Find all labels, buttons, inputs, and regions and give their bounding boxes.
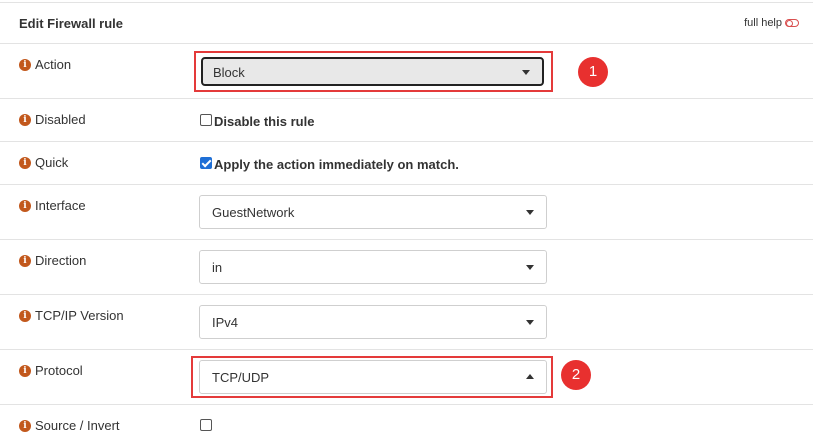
action-select[interactable]: Block — [201, 57, 544, 86]
disable-rule-checkbox[interactable] — [200, 114, 212, 126]
source-invert-label: i Source / Invert — [19, 418, 120, 433]
full-help-label: full help — [744, 17, 782, 29]
direction-select[interactable]: in — [199, 250, 547, 284]
tcpip-select-value: IPv4 — [212, 315, 239, 330]
interface-select-value: GuestNetwork — [212, 205, 295, 220]
tcpip-select[interactable]: IPv4 — [199, 305, 547, 339]
panel-title: Edit Firewall rule — [19, 16, 124, 31]
step-badge-1: 1 — [578, 57, 608, 87]
row-source-invert: i Source / Invert — [0, 405, 813, 446]
toggle-icon[interactable] — [785, 19, 799, 27]
quick-checkbox[interactable] — [200, 157, 212, 169]
row-disabled: i Disabled — [0, 99, 813, 142]
info-icon[interactable]: i — [19, 254, 31, 267]
action-select-value: Block — [213, 65, 245, 80]
step-badge-2: 2 — [561, 360, 591, 390]
source-invert-label-text: Source / Invert — [35, 418, 120, 433]
info-icon[interactable]: i — [19, 156, 31, 169]
protocol-label-text: Protocol — [35, 363, 83, 378]
protocol-select-value: TCP/UDP — [212, 370, 270, 385]
info-icon[interactable]: i — [19, 199, 31, 212]
caret-down-icon — [526, 210, 534, 215]
caret-down-icon — [522, 70, 530, 75]
caret-down-icon — [526, 265, 534, 270]
tcpip-label: i TCP/IP Version — [19, 308, 124, 323]
disabled-label: i Disabled — [19, 112, 86, 127]
disable-rule-text[interactable]: Disable this rule — [214, 114, 314, 129]
info-icon[interactable]: i — [19, 113, 31, 126]
info-icon[interactable]: i — [19, 419, 31, 432]
quick-label-text: Quick — [35, 155, 69, 170]
interface-label-text: Interface — [35, 198, 86, 213]
caret-down-icon — [526, 320, 534, 325]
info-icon[interactable]: i — [19, 364, 31, 377]
panel-header: Edit Firewall rule full help — [0, 3, 813, 44]
info-icon[interactable]: i — [19, 58, 31, 71]
tcpip-label-text: TCP/IP Version — [35, 308, 124, 323]
disabled-label-text: Disabled — [35, 112, 86, 127]
full-help-toggle[interactable]: full help — [744, 17, 799, 29]
direction-label: i Direction — [19, 253, 86, 268]
quick-label: i Quick — [19, 155, 68, 170]
interface-label: i Interface — [19, 198, 86, 213]
action-label-text: Action — [35, 57, 72, 72]
protocol-label: i Protocol — [19, 363, 83, 378]
direction-select-value: in — [212, 260, 223, 275]
interface-select[interactable]: GuestNetwork — [199, 195, 547, 229]
action-label: i Action — [19, 57, 71, 72]
info-icon[interactable]: i — [19, 309, 31, 322]
source-invert-checkbox[interactable] — [200, 419, 212, 431]
protocol-select[interactable]: TCP/UDP — [199, 360, 547, 394]
caret-up-icon — [526, 374, 534, 379]
quick-text[interactable]: Apply the action immediately on match. — [214, 157, 459, 172]
direction-label-text: Direction — [35, 253, 87, 268]
